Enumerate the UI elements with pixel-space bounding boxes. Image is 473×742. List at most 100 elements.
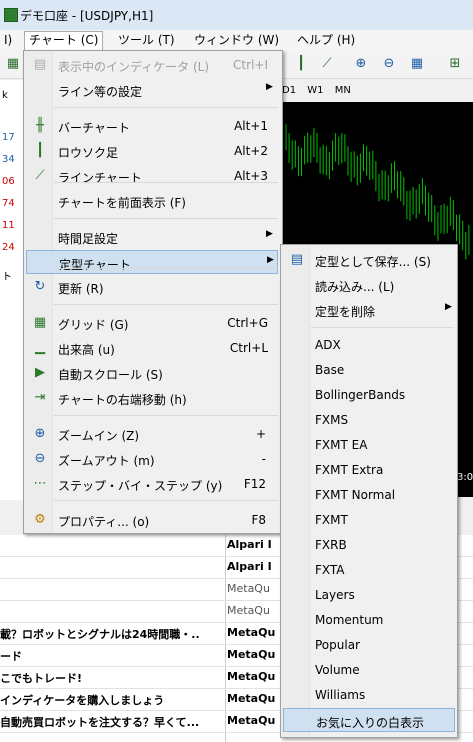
- template-item[interactable]: Momentum: [283, 608, 455, 632]
- chart-menu-item[interactable]: 時間足設定 ▶: [26, 225, 278, 249]
- menu-chart[interactable]: チャート (C): [24, 31, 104, 51]
- new-chart-icon[interactable]: ▦: [4, 55, 22, 73]
- chart-menu-item[interactable]: ┃ ロウソク足 Alt+2: [26, 139, 278, 163]
- menu-item-shortcut: -: [261, 452, 266, 466]
- chart-menu-item[interactable]: ▶ 自動スクロール (S): [26, 361, 278, 385]
- remove-template-item[interactable]: 定型を削除 ▶: [283, 298, 455, 322]
- load-template-item[interactable]: 読み込み... (L): [283, 273, 455, 297]
- news-title: 自動売買ロボットを注文する？早くて...: [0, 716, 200, 729]
- volume-icon: ▁: [35, 340, 45, 355]
- bar-chart-icon: ╫: [36, 118, 44, 133]
- menu-window[interactable]: ウィンドウ (W): [190, 32, 283, 48]
- timeframe-w1[interactable]: W1: [307, 85, 323, 96]
- chart-menu-item: ▤ 表示中のインディケータ (L) Ctrl+I: [26, 53, 278, 77]
- chart-menu-item[interactable]: ⟋ ラインチャート Alt+3: [26, 164, 278, 188]
- submenu-arrow-icon: ▶: [445, 302, 452, 312]
- menu-help[interactable]: ヘルプ (H): [293, 32, 359, 48]
- template-item-label: ADX: [315, 338, 341, 352]
- template-item-label: FXTA: [315, 563, 345, 577]
- left-value: 74: [2, 198, 15, 209]
- menu-item-shortcut: F8: [251, 513, 266, 527]
- timeframe-d1[interactable]: D1: [282, 85, 296, 96]
- periodicity-icon[interactable]: ⊞: [446, 55, 464, 73]
- template-item[interactable]: Layers: [283, 583, 455, 607]
- menu-tools[interactable]: ツール (T): [114, 32, 179, 48]
- menu-item-label: 更新 (R): [58, 282, 104, 296]
- chart-menu-item[interactable]: ↻ 更新 (R): [26, 275, 278, 299]
- chart-menu-item[interactable]: ⋯ ステップ・バイ・ステップ (y) F12: [26, 472, 278, 496]
- chart-menu-item[interactable]: 定型チャート ▶: [26, 250, 278, 274]
- chart-menu-item[interactable]: ライン等の設定 ▶: [26, 78, 278, 102]
- template-item[interactable]: Popular: [283, 633, 455, 657]
- chart-menu-item[interactable]: ╫ バーチャート Alt+1: [26, 114, 278, 138]
- left-tab[interactable]: ト: [2, 268, 12, 283]
- template-item[interactable]: FXTA: [283, 558, 455, 582]
- template-item[interactable]: BollingerBands: [283, 383, 455, 407]
- left-value: 11: [2, 220, 15, 231]
- left-value: 34: [2, 154, 15, 165]
- chart-menu-item[interactable]: ⊕ ズームイン (Z) +: [26, 422, 278, 446]
- template-item-label: FXMT Extra: [315, 463, 384, 477]
- menu-item-shortcut: Alt+1: [234, 119, 268, 133]
- chart-menu-item[interactable]: チャートを前面表示 (F): [26, 189, 278, 213]
- menu-item-label: 出来高 (u): [58, 343, 115, 357]
- template-item[interactable]: FXMT Extra: [283, 458, 455, 482]
- left-value: k: [2, 90, 8, 101]
- app-icon: [4, 8, 18, 22]
- menu-partial[interactable]: I): [0, 32, 16, 48]
- menu-item-shortcut: Ctrl+G: [227, 316, 268, 330]
- news-title: 載？ロボットとシグナルは24時間職・..: [0, 628, 200, 641]
- line-chart-icon: ⟋: [35, 168, 45, 183]
- title-bar: デモ口座 - [USDJPY,H1]: [0, 0, 473, 31]
- line-chart-toolbar-icon[interactable]: ⟋: [318, 55, 336, 73]
- chart-menu-item[interactable]: ▁ 出来高 (u) Ctrl+L: [26, 336, 278, 360]
- template-item[interactable]: FXMT EA: [283, 433, 455, 457]
- grid-icon: ▦: [33, 315, 47, 330]
- chart-menu-item[interactable]: ▦ グリッド (G) Ctrl+G: [26, 311, 278, 335]
- template-item[interactable]: FXMT: [283, 508, 455, 532]
- candlestick-toolbar-icon[interactable]: ┃: [292, 55, 310, 73]
- template-item-label: FXMS: [315, 413, 349, 427]
- template-item[interactable]: FXMS: [283, 408, 455, 432]
- save-template-item[interactable]: ▤ 定型として保存... (S): [283, 248, 455, 272]
- zoom-in-toolbar-icon[interactable]: ⊕: [352, 55, 370, 73]
- template-item-label: BollingerBands: [315, 388, 406, 402]
- chart-menu-item[interactable]: ⚙ プロパティ... (o) F8: [26, 508, 278, 532]
- submenu-arrow-icon: ▶: [266, 82, 273, 92]
- menu-item-label: ロウソク足: [58, 146, 119, 160]
- template-item[interactable]: ADX: [283, 333, 455, 357]
- menu-item-label: ズームイン (Z): [58, 429, 140, 443]
- template-item-label: FXMT Normal: [315, 488, 396, 502]
- left-value: 17: [2, 132, 15, 143]
- refresh-icon: ↻: [34, 279, 46, 294]
- zoom-out-icon: ⊖: [34, 451, 46, 466]
- template-item-label: お気に入りの白表示: [316, 716, 425, 730]
- menu-item-label: グリッド (G): [58, 318, 129, 332]
- template-item-label: FXMT EA: [315, 438, 368, 452]
- tile-windows-icon[interactable]: ▦: [408, 55, 426, 73]
- menu-item-label: ステップ・バイ・ステップ (y): [58, 479, 223, 493]
- template-item[interactable]: Williams: [283, 683, 455, 707]
- template-item-label: Momentum: [315, 613, 384, 627]
- template-item[interactable]: FXRB: [283, 533, 455, 557]
- step-icon: ⋯: [33, 476, 47, 491]
- template-item[interactable]: Base: [283, 358, 455, 382]
- template-item[interactable]: Volume: [283, 658, 455, 682]
- menu-item-label: 定型チャート: [59, 258, 131, 272]
- template-item[interactable]: FXMT Normal: [283, 483, 455, 507]
- template-item-label: Layers: [315, 588, 355, 602]
- left-value: 06: [2, 176, 15, 187]
- left-value: 24: [2, 242, 15, 253]
- timeframe-mn[interactable]: MN: [335, 85, 351, 96]
- menu-item-shortcut: +: [255, 427, 266, 441]
- menu-item-shortcut: F12: [243, 477, 266, 491]
- menu-bar: I) チャート (C) ツール (T) ウィンドウ (W) ヘルプ (H): [0, 30, 473, 51]
- menu-item-label: チャートを前面表示 (F): [58, 196, 186, 210]
- indicator-list-icon: ▤: [33, 57, 47, 72]
- template-item[interactable]: お気に入りの白表示: [283, 708, 455, 732]
- zoom-out-toolbar-icon[interactable]: ⊖: [380, 55, 398, 73]
- news-title: こでもトレード!: [0, 672, 83, 685]
- chart-menu-item[interactable]: ⇥ チャートの右端移動 (h): [26, 386, 278, 410]
- news-title: インディケータを購入しましょう: [0, 694, 165, 707]
- chart-menu-item[interactable]: ⊖ ズームアウト (m) -: [26, 447, 278, 471]
